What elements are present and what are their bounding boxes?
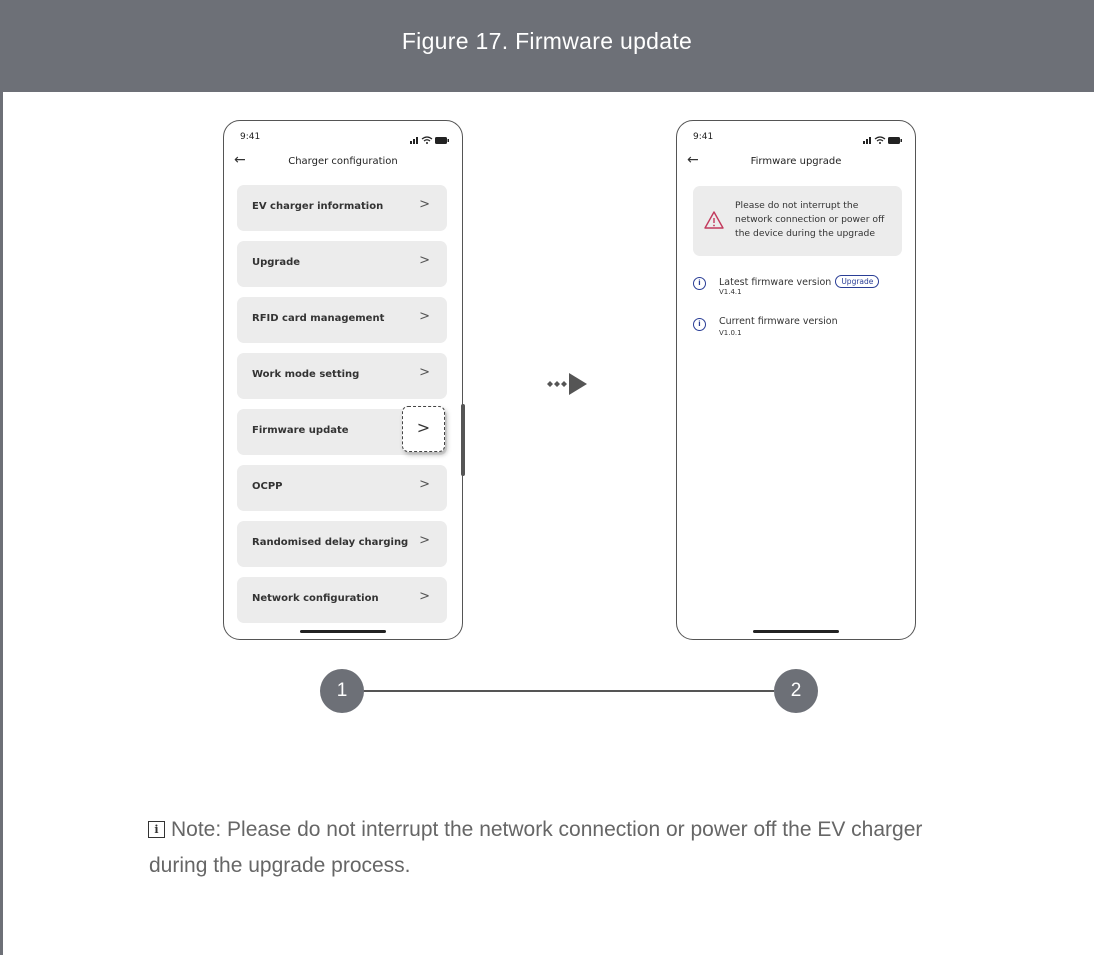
home-indicator (300, 630, 386, 633)
chevron-right-icon: > (419, 477, 430, 492)
current-firmware-value: V1.0.1 (719, 329, 742, 337)
status-time: 9:41 (240, 132, 261, 142)
menu-item-label: OCPP (252, 481, 283, 492)
latest-firmware-value: V1.4.1 (719, 288, 742, 296)
note-text: Note: Please do not interrupt the networ… (149, 818, 923, 877)
phone-charger-configuration: 9:41 ← Charger configuration EV charger … (223, 120, 463, 640)
left-rule (0, 92, 3, 955)
menu-item-label: Work mode setting (252, 369, 360, 380)
status-time: 9:41 (693, 132, 714, 142)
upgrade-button[interactable]: Upgrade (835, 275, 880, 288)
menu-item-rfid-card-management[interactable]: RFID card management > (237, 297, 447, 343)
menu-item-ocpp[interactable]: OCPP > (237, 465, 447, 511)
step-connector (361, 690, 774, 692)
latest-firmware-title: Latest firmware version Upgrade (719, 275, 880, 288)
figure-header: Figure 17. Firmware update (0, 0, 1094, 92)
menu-item-label: Upgrade (252, 257, 301, 268)
step-2-badge: 2 (774, 669, 818, 713)
transition-arrow-icon (547, 373, 587, 395)
chevron-right-icon: > (419, 589, 430, 604)
menu-item-label: Network configuration (252, 593, 379, 604)
chevron-highlight-callout[interactable]: > (402, 406, 445, 452)
warning-line: Please do not interrupt the (735, 200, 859, 211)
menu-item-label: EV charger information (252, 201, 384, 212)
figure-title: Figure 17. Firmware update (401, 28, 693, 54)
menu-item-label: RFID card management (252, 313, 385, 324)
phone-firmware-upgrade: 9:41 ← Firmware upgrade Please do not in… (676, 120, 916, 640)
menu-item-work-mode-setting[interactable]: Work mode setting > (237, 353, 447, 399)
current-firmware-title: Current firmware version (719, 316, 838, 327)
menu-item-ev-charger-information[interactable]: EV charger information > (237, 185, 447, 231)
screen-title: Charger configuration (288, 156, 398, 167)
chevron-right-icon: > (419, 309, 430, 324)
status-icons (410, 130, 450, 149)
menu-item-firmware-update[interactable]: Firmware update > (237, 406, 447, 455)
info-circle-icon: i (693, 318, 706, 331)
warning-triangle-icon (704, 211, 724, 229)
chevron-right-icon: > (419, 533, 430, 548)
chevron-right-icon: > (419, 365, 430, 380)
status-icons (863, 130, 903, 149)
menu-item-upgrade[interactable]: Upgrade > (237, 241, 447, 287)
warning-box: Please do not interrupt the network conn… (693, 186, 902, 256)
chevron-right-icon: > (419, 253, 430, 268)
screen-title: Firmware upgrade (750, 156, 842, 167)
menu-item-label: Firmware update (252, 425, 349, 436)
menu-item-label: Randomised delay charging (252, 537, 409, 548)
warning-line: network connection or power off (735, 214, 885, 225)
chevron-right-icon: > (419, 197, 430, 212)
info-circle-icon: i (693, 277, 706, 290)
scrollbar[interactable] (461, 404, 465, 476)
home-indicator (753, 630, 839, 633)
warning-line: the device during the upgrade (735, 228, 876, 239)
menu-item-network-configuration[interactable]: Network configuration > (237, 577, 447, 623)
warning-text: Please do not interrupt the network conn… (735, 199, 884, 241)
step-1-badge: 1 (320, 669, 364, 713)
menu-item-randomised-delay-charging[interactable]: Randomised delay charging > (237, 521, 447, 567)
